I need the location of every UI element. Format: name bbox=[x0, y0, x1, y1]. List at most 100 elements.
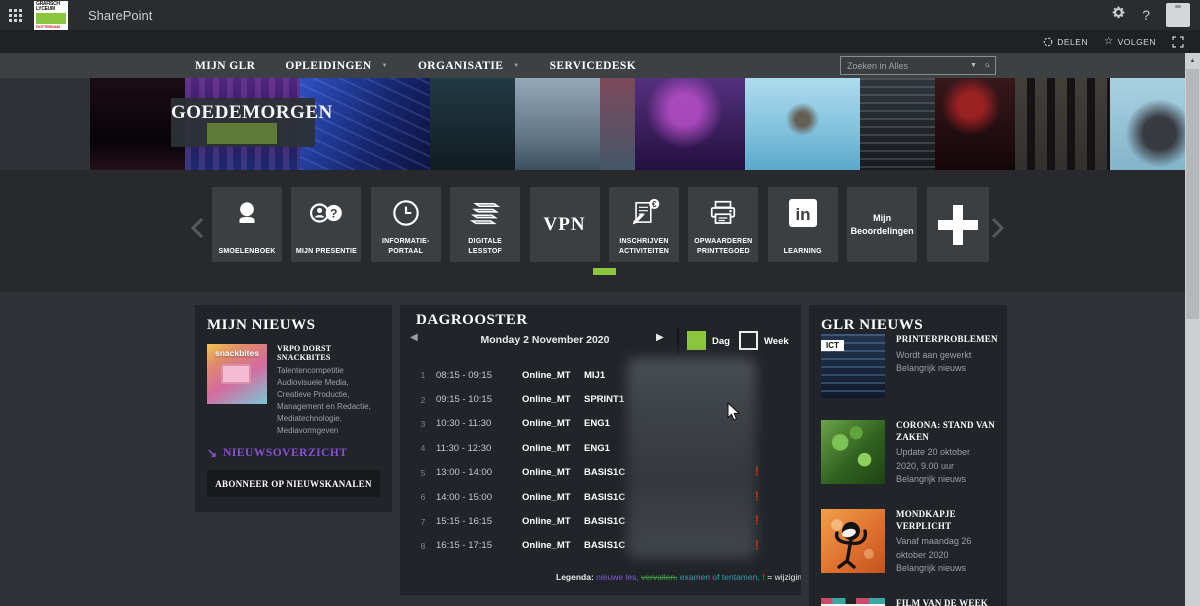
previous-day-icon[interactable]: ◀ bbox=[410, 332, 418, 343]
chevron-down-icon: ▼ bbox=[513, 63, 519, 69]
quicklinks-next-icon[interactable] bbox=[992, 218, 1004, 238]
dagrooster-panel: DAGROOSTER ◀ Monday 2 November 2020 ▶ Da… bbox=[400, 305, 801, 595]
news-headline: PRINTERPROBLEMEN bbox=[896, 334, 995, 346]
page-actions-bar: DELEN ☆ VOLGEN bbox=[0, 30, 1200, 53]
subscribe-newschannels-button[interactable]: ABONNEER OP NIEUWSKANALEN bbox=[207, 470, 380, 497]
legend-warning-text: = wijziging bbox=[767, 572, 801, 582]
legend-warning-symbol: ! bbox=[762, 572, 765, 582]
chevron-down-icon: ▼ bbox=[382, 63, 388, 69]
nav-item-opleidingen[interactable]: OPLEIDINGEN▼ bbox=[285, 60, 388, 72]
search-input[interactable] bbox=[841, 61, 970, 71]
mijn-nieuws-panel: MIJN NIEUWS snackbites VRPO DORST SNACKB… bbox=[195, 305, 392, 512]
logo-line3: ROTTERDAM bbox=[36, 25, 66, 29]
quicklink-linkedin-learning[interactable]: in LEARNING bbox=[768, 187, 838, 262]
week-view-toggle[interactable] bbox=[739, 331, 758, 350]
presence-icon: ? bbox=[291, 194, 361, 232]
plus-icon bbox=[934, 201, 982, 249]
quicklink-opwaarderen-printtegoed[interactable]: OPWAARDEREN PRINTTEGOED bbox=[688, 187, 758, 262]
hero-collage-tile bbox=[430, 78, 515, 170]
hero-collage-tile bbox=[300, 78, 430, 170]
news-headline: VRPO DORST SNACKBITES bbox=[277, 344, 380, 362]
clock-icon bbox=[371, 194, 441, 232]
hero-collage-tile bbox=[600, 78, 635, 170]
follow-label: VOLGEN bbox=[1118, 37, 1156, 47]
svg-text:in: in bbox=[795, 205, 810, 224]
hero-collage-tile bbox=[0, 78, 90, 170]
greeting-text: GOEDEMORGEN bbox=[171, 102, 315, 124]
user-avatar[interactable] bbox=[1166, 3, 1190, 27]
news-item[interactable]: ICT PRINTERPROBLEMEN Wordt aan gewerkt B… bbox=[821, 334, 995, 398]
main-navigation: MIJN GLR OPLEIDINGEN▼ ORGANISATIE▼ SERVI… bbox=[0, 53, 1200, 78]
quicklink-vpn[interactable]: VPN bbox=[530, 187, 600, 262]
day-view-toggle[interactable] bbox=[687, 331, 706, 350]
quicklink-mijn-beoordelingen[interactable]: Mijn Beoordelingen bbox=[847, 187, 917, 262]
news-item[interactable]: CORONA: STAND VAN ZAKEN Update 20 oktobe… bbox=[821, 420, 995, 487]
week-view-label: Week bbox=[764, 336, 789, 347]
settings-gear-icon[interactable] bbox=[1111, 5, 1126, 25]
share-icon bbox=[1043, 37, 1053, 47]
next-day-icon[interactable]: ▶ bbox=[656, 332, 664, 343]
vertical-scrollbar[interactable]: ▲ bbox=[1185, 53, 1200, 606]
logo-green-block bbox=[36, 13, 66, 24]
carousel-page-indicator[interactable] bbox=[593, 268, 616, 275]
scrollbar-thumb[interactable] bbox=[1186, 69, 1199, 319]
news-item[interactable]: snackbites VRPO DORST SNACKBITES Talente… bbox=[207, 344, 380, 437]
quicklink-smoelenboek[interactable]: SMOELENBOEK bbox=[212, 187, 282, 262]
schedule-change-mark: ! bbox=[755, 490, 763, 504]
search-icon[interactable] bbox=[985, 60, 990, 71]
schedule-date: Monday 2 November 2020 bbox=[450, 334, 640, 346]
hero-collage-tile bbox=[860, 78, 935, 170]
day-view-label: Dag bbox=[712, 336, 730, 347]
quicklink-add-tile[interactable] bbox=[927, 187, 989, 262]
legend-exam: examen of tentamen, bbox=[680, 572, 760, 582]
quicklink-inschrijven-activiteiten[interactable]: € INSCHRIJVEN ACTIVITEITEN bbox=[609, 187, 679, 262]
sharepoint-title: SharePoint bbox=[88, 8, 152, 23]
news-headline: FILM VAN DE WEEK bbox=[896, 598, 995, 606]
app-launcher-icon[interactable] bbox=[0, 0, 30, 30]
focus-mode-button[interactable] bbox=[1172, 36, 1184, 48]
logo-line2: LYCEUM bbox=[36, 7, 66, 12]
svg-text:€: € bbox=[652, 200, 657, 209]
quicklink-mijn-presentie[interactable]: ? MIJN PRESENTIE bbox=[291, 187, 361, 262]
quicklink-informatieportaal[interactable]: INFORMATIE-PORTAAL bbox=[371, 187, 441, 262]
nieuwsoverzicht-link[interactable]: ↘ NIEUWSOVERZICHT bbox=[207, 446, 380, 460]
printer-icon bbox=[688, 194, 758, 232]
search-scope-caret-icon[interactable]: ▼ bbox=[970, 62, 977, 69]
follow-button[interactable]: ☆ VOLGEN bbox=[1104, 36, 1156, 47]
star-icon: ☆ bbox=[1104, 36, 1113, 47]
news-item[interactable]: FILM VAN DE FILM VAN DE WEEK bbox=[821, 598, 995, 606]
svg-text:?: ? bbox=[330, 206, 337, 220]
ict-badge: ICT bbox=[821, 340, 844, 351]
greeting-box: GOEDEMORGEN bbox=[171, 98, 315, 147]
news-headline: MONDKAPJE VERPLICHT bbox=[896, 509, 995, 532]
schedule-legend: Legenda: nieuwe les, vervallen, examen o… bbox=[556, 572, 801, 582]
search-box: ▼ bbox=[840, 56, 996, 75]
film-color-strip bbox=[821, 598, 885, 604]
quicklink-digitale-lesstof[interactable]: DIGITALE LESSTOF bbox=[450, 187, 520, 262]
nav-item-mijn-glr[interactable]: MIJN GLR bbox=[195, 60, 255, 72]
face-icon bbox=[212, 194, 282, 232]
news-headline: CORONA: STAND VAN ZAKEN bbox=[896, 420, 995, 443]
nav-item-organisatie[interactable]: ORGANISATIE▼ bbox=[418, 60, 520, 72]
hero-collage-tile bbox=[935, 78, 1015, 170]
hero-collage-tile bbox=[515, 78, 600, 170]
glr-logo[interactable]: GRAFISCH LYCEUM ROTTERDAM bbox=[34, 1, 68, 30]
news-item[interactable]: MONDKAPJE VERPLICHT Vanaf maandag 26 okt… bbox=[821, 509, 995, 576]
news-thumbnail-foliage bbox=[821, 420, 885, 484]
scrollbar-up-arrow[interactable]: ▲ bbox=[1185, 53, 1200, 68]
schedule-change-mark: ! bbox=[755, 514, 763, 528]
divider bbox=[677, 328, 679, 354]
news-line: Belangrijk nieuws bbox=[896, 362, 995, 376]
news-line: Belangrijk nieuws bbox=[896, 562, 995, 576]
legend-new-lesson: nieuwe les, bbox=[596, 572, 639, 582]
help-icon[interactable]: ? bbox=[1142, 7, 1150, 23]
news-thumbnail-stick-figure bbox=[821, 509, 885, 573]
sharepoint-intranet-page: GRAFISCH LYCEUM ROTTERDAM SharePoint ? D… bbox=[0, 0, 1200, 606]
suite-bar: GRAFISCH LYCEUM ROTTERDAM SharePoint ? bbox=[0, 0, 1200, 30]
hero-collage-tile bbox=[1015, 78, 1110, 170]
nav-item-servicedesk[interactable]: SERVICEDESK bbox=[550, 60, 636, 72]
news-line: Wordt aan gewerkt bbox=[896, 349, 995, 363]
schedule-change-mark: ! bbox=[755, 539, 763, 553]
share-button[interactable]: DELEN bbox=[1043, 37, 1088, 47]
quicklinks-prev-icon[interactable] bbox=[191, 218, 203, 238]
